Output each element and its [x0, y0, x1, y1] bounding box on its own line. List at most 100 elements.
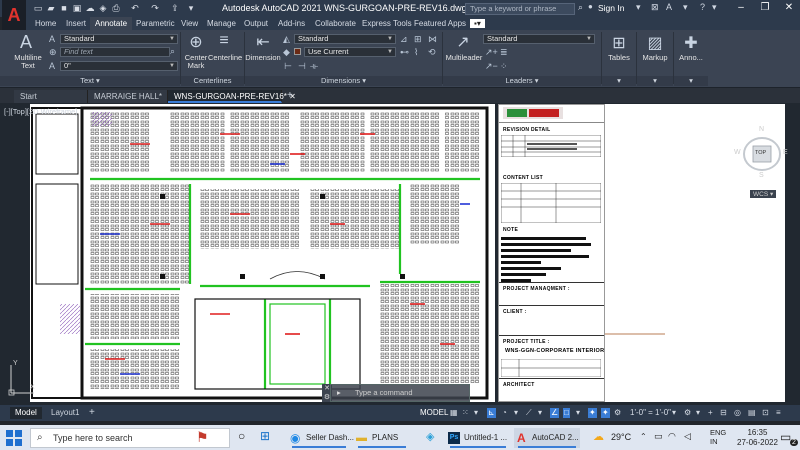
file-tab-start[interactable]: Start	[14, 90, 88, 103]
leader-style-select[interactable]: Standard ▼	[483, 34, 595, 44]
tab-manage[interactable]: Manage	[202, 17, 241, 30]
object-snap-tracking-icon[interactable]: ∠	[550, 408, 560, 418]
dimensions-panel-title[interactable]: Dimensions ▾	[245, 76, 442, 86]
centerline-button[interactable]: Centerline	[208, 54, 242, 62]
dimension-style-select[interactable]: Standard ▼	[294, 34, 396, 44]
dim-continue-icon[interactable]: ⟛	[310, 61, 318, 71]
table-icon[interactable]: ⊞	[608, 33, 630, 53]
multiline-text-button[interactable]: Multiline Text	[8, 54, 48, 70]
annotation-scale-icon[interactable]: ✚	[680, 33, 702, 53]
dim-adjust-icon[interactable]: ⊣	[298, 61, 306, 71]
wcs-menu[interactable]: WCS ▾	[750, 190, 777, 198]
taskbar-clock[interactable]: 16:35 27-06-2022	[737, 428, 778, 448]
dimension-button[interactable]: Dimension	[245, 54, 281, 62]
tab-add-ins[interactable]: Add-ins	[273, 17, 310, 30]
tab-insert[interactable]: Insert	[61, 17, 91, 30]
workspace-menu-icon[interactable]: ▾	[696, 408, 700, 418]
viewport-controls[interactable]: [-][Top][2D Wireframe]	[4, 107, 77, 116]
open-folder-icon[interactable]: ▰	[46, 3, 56, 13]
annotation-scale-value[interactable]: 1'-0" = 1'-0"	[630, 408, 671, 418]
tab-express-tools[interactable]: Express Tools	[357, 17, 417, 30]
isolate-objects-icon[interactable]: ◎	[734, 408, 741, 418]
tables-button[interactable]: Tables	[602, 54, 636, 62]
polar-icon[interactable]: ◔	[502, 408, 507, 418]
viewcube-south[interactable]: S	[759, 172, 764, 179]
clean-screen-icon[interactable]: ⊡	[762, 408, 769, 418]
scale-menu-icon[interactable]: ▾	[672, 408, 676, 418]
file-tab-marraige-hall[interactable]: MARRAIGE HALL*	[88, 90, 168, 103]
help-menu-icon[interactable]: ▾	[683, 2, 688, 13]
workspace-gear-icon[interactable]: ⚙	[684, 408, 691, 418]
taskbar-app-seller-dashboard[interactable]: ◉ Seller Dash...	[288, 428, 354, 448]
annotation-scale-icon[interactable]: ⚙	[614, 408, 621, 418]
dim-update-icon[interactable]: ⟲	[428, 47, 436, 57]
viewcube-top-face[interactable]: TOP	[755, 150, 766, 156]
dimension-icon[interactable]: ⇤	[252, 32, 274, 52]
annotation-monitor-icon[interactable]: +	[708, 408, 713, 418]
tab-output[interactable]: Output	[239, 17, 273, 30]
cart-icon[interactable]: ⊠	[651, 2, 659, 13]
dim-jog-icon[interactable]: ⌇	[414, 47, 418, 57]
tab-home[interactable]: Home	[30, 17, 61, 30]
new-file-icon[interactable]: ▭	[33, 3, 43, 13]
volume-icon[interactable]: ◁	[684, 431, 691, 442]
annotation-panel-title[interactable]: ▾	[674, 76, 708, 86]
dim-inspect-icon[interactable]: ⊷	[400, 47, 409, 57]
language-indicator[interactable]: ENG IN	[710, 428, 726, 446]
help-search-input[interactable]: Type a keyword or phrase	[465, 3, 575, 15]
viewcube[interactable]: N W E S TOP WCS ▾	[734, 122, 790, 202]
weather-temperature[interactable]: 29°C	[611, 432, 631, 442]
units-icon[interactable]: ⊟	[720, 408, 727, 418]
polar-menu-icon[interactable]: ▾	[514, 408, 518, 418]
text-style-select[interactable]: Standard ▼	[60, 34, 178, 44]
taskbar-app-photoshop[interactable]: Ps Untitled-1 ...	[446, 428, 510, 448]
taskbar-app-autocad[interactable]: A AutoCAD 2...	[514, 428, 580, 448]
dim-baseline-icon[interactable]: ⊞	[414, 34, 422, 44]
print-icon[interactable]: ⎙	[111, 3, 121, 13]
binoculars-icon[interactable]: ⌕	[578, 2, 583, 13]
network-icon[interactable]: ▭	[654, 431, 663, 442]
autocad-logo-icon[interactable]: A	[2, 0, 26, 30]
windows-start-icon[interactable]	[6, 430, 22, 446]
new-tab-icon[interactable]: +	[287, 90, 293, 101]
viewcube-north[interactable]: N	[759, 126, 764, 133]
sign-in-button[interactable]: Sign In	[598, 3, 624, 13]
minimize-button[interactable]: –	[730, 1, 752, 15]
file-tab-wns-gurgoan[interactable]: WNS-GURGOAN-PRE-REV16* ✕	[168, 90, 296, 103]
layout-tab-model[interactable]: Model	[10, 407, 42, 419]
dimension-layer-select[interactable]: Use Current ▼	[304, 47, 396, 57]
add-layout-icon[interactable]: +	[84, 407, 100, 419]
grid-icon[interactable]: ▦	[450, 408, 458, 418]
close-button[interactable]: ✕	[778, 1, 800, 15]
find-replace-icon[interactable]: ⌕	[170, 46, 175, 56]
text-height-select[interactable]: 0" ▼	[60, 61, 178, 71]
hidden-icons-chevron-icon[interactable]: ⌃	[640, 432, 647, 441]
hardware-acceleration-icon[interactable]: ▤	[748, 408, 756, 418]
markup-panel-title[interactable]: ▾	[637, 76, 673, 86]
help-icon[interactable]: ?	[700, 2, 705, 12]
cloud-icon[interactable]: ☁	[85, 3, 95, 13]
web-icon[interactable]: ◈	[98, 3, 108, 13]
dim-quick-icon[interactable]: ⊿	[400, 34, 408, 44]
annotation-visibility-icon[interactable]: ✦	[601, 408, 610, 418]
store-icon[interactable]: ⊞	[260, 429, 270, 443]
redo-icon[interactable]: ↷	[150, 3, 160, 13]
help-dropdown-icon[interactable]: ▾	[712, 2, 717, 13]
undo-icon[interactable]: ↶	[130, 3, 140, 13]
multiline-text-icon[interactable]: A	[16, 32, 36, 53]
layout-tab-layout1[interactable]: Layout1	[46, 407, 84, 419]
account-menu-icon[interactable]: ▾	[636, 2, 641, 13]
align-leader-icon[interactable]: ≣	[500, 47, 508, 57]
snap-menu-icon[interactable]: ▾	[474, 408, 478, 418]
maximize-button[interactable]: ❐	[754, 1, 776, 15]
wifi-icon[interactable]: ◠	[668, 431, 676, 442]
tab-collaborate[interactable]: Collaborate	[310, 17, 361, 30]
viewcube-east[interactable]: E	[783, 149, 788, 156]
add-leader-icon[interactable]: ↗+	[485, 47, 498, 57]
leaders-panel-title[interactable]: Leaders ▾	[443, 76, 601, 86]
floor-plan-drawing[interactable]	[30, 104, 495, 402]
isodraft-icon[interactable]: ⟋	[526, 408, 532, 418]
remove-leader-icon[interactable]: ↗−	[485, 61, 498, 71]
collect-leader-icon[interactable]: ⁘	[500, 61, 508, 71]
object-snap-icon[interactable]: □	[563, 408, 570, 418]
